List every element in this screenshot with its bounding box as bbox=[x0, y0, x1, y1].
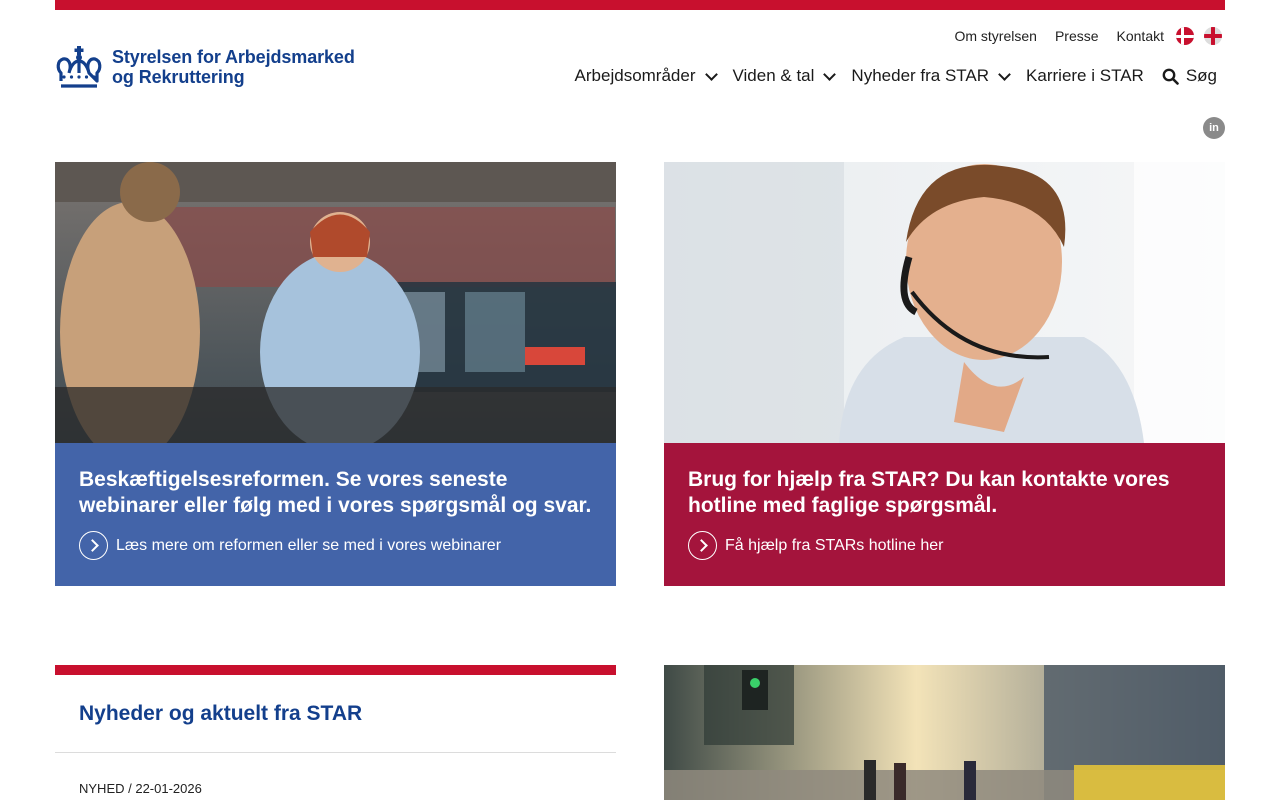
card-title: Beskæftigelsesreformen. Se vores seneste… bbox=[79, 468, 592, 517]
feature-card-hotline[interactable]: Brug for hjælp fra STAR? Du kan kontakte… bbox=[664, 162, 1225, 586]
english-flag-icon[interactable] bbox=[1204, 27, 1222, 45]
util-link-kontakt[interactable]: Kontakt bbox=[1117, 28, 1164, 44]
chevron-down-icon bbox=[704, 67, 718, 81]
util-link-om-styrelsen[interactable]: Om styrelsen bbox=[954, 28, 1036, 44]
card-body: Beskæftigelsesreformen. Se vores seneste… bbox=[55, 443, 616, 586]
nav-item-label: Arbejdsområder bbox=[574, 66, 696, 85]
nav-item-label: Viden & tal bbox=[732, 66, 815, 85]
city-street-image bbox=[664, 665, 1225, 800]
logo-text: Styrelsen for Arbejdsmarked og Rekrutter… bbox=[112, 47, 355, 87]
news-accent-bar bbox=[55, 665, 616, 675]
nav-item-arbejdsomraader[interactable]: Arbejdsområder bbox=[574, 66, 718, 86]
search-button[interactable]: Søg bbox=[1162, 66, 1217, 86]
logo-text-line2: og Rekruttering bbox=[112, 67, 245, 87]
crown-icon bbox=[56, 46, 102, 88]
linkedin-icon[interactable]: in bbox=[1203, 117, 1225, 139]
card-title: Brug for hjælp fra STAR? Du kan kontakte… bbox=[688, 468, 1170, 517]
nav-item-karriere[interactable]: Karriere i STAR bbox=[1026, 66, 1144, 86]
chevron-down-icon bbox=[998, 67, 1011, 81]
nav-item-label: Karriere i STAR bbox=[1026, 66, 1144, 85]
news-section: Nyheder og aktuelt fra STAR NYHED / 22-0… bbox=[55, 665, 616, 796]
top-accent-bar bbox=[55, 0, 1225, 10]
arrow-right-circle-icon bbox=[79, 531, 108, 560]
logo-text-line1: Styrelsen for Arbejdsmarked bbox=[112, 47, 355, 67]
card-body: Brug for hjælp fra STAR? Du kan kontakte… bbox=[664, 443, 1225, 586]
danish-flag-icon[interactable] bbox=[1176, 27, 1194, 45]
site-logo[interactable]: Styrelsen for Arbejdsmarked og Rekrutter… bbox=[55, 43, 355, 91]
utility-nav: Om styrelsen Presse Kontakt bbox=[936, 27, 1222, 45]
card-link[interactable]: Få hjælp fra STARs hotline her bbox=[688, 531, 1201, 560]
search-label: Søg bbox=[1185, 66, 1217, 85]
main-nav: Arbejdsområder Viden & tal Nyheder fra S… bbox=[558, 66, 1217, 86]
nav-item-viden-tal[interactable]: Viden & tal bbox=[732, 66, 837, 86]
card-image-hotline-agent bbox=[664, 162, 1225, 443]
news-item-meta: NYHED / 22-01-2026 bbox=[79, 781, 202, 796]
nav-item-nyheder[interactable]: Nyheder fra STAR bbox=[851, 66, 1011, 86]
card-link-label: Læs mere om reformen eller se med i vore… bbox=[116, 536, 502, 554]
chevron-down-icon bbox=[823, 67, 837, 81]
card-image-supermarket bbox=[55, 162, 616, 443]
news-section-title: Nyheder og aktuelt fra STAR bbox=[55, 675, 616, 753]
card-link-label: Få hjælp fra STARs hotline her bbox=[725, 536, 944, 554]
card-link[interactable]: Læs mere om reformen eller se med i vore… bbox=[79, 531, 592, 560]
nav-item-label: Nyheder fra STAR bbox=[851, 66, 990, 85]
util-link-presse[interactable]: Presse bbox=[1055, 28, 1099, 44]
search-icon bbox=[1162, 68, 1179, 85]
arrow-right-circle-icon bbox=[688, 531, 717, 560]
feature-card-reform[interactable]: Beskæftigelsesreformen. Se vores seneste… bbox=[55, 162, 616, 586]
